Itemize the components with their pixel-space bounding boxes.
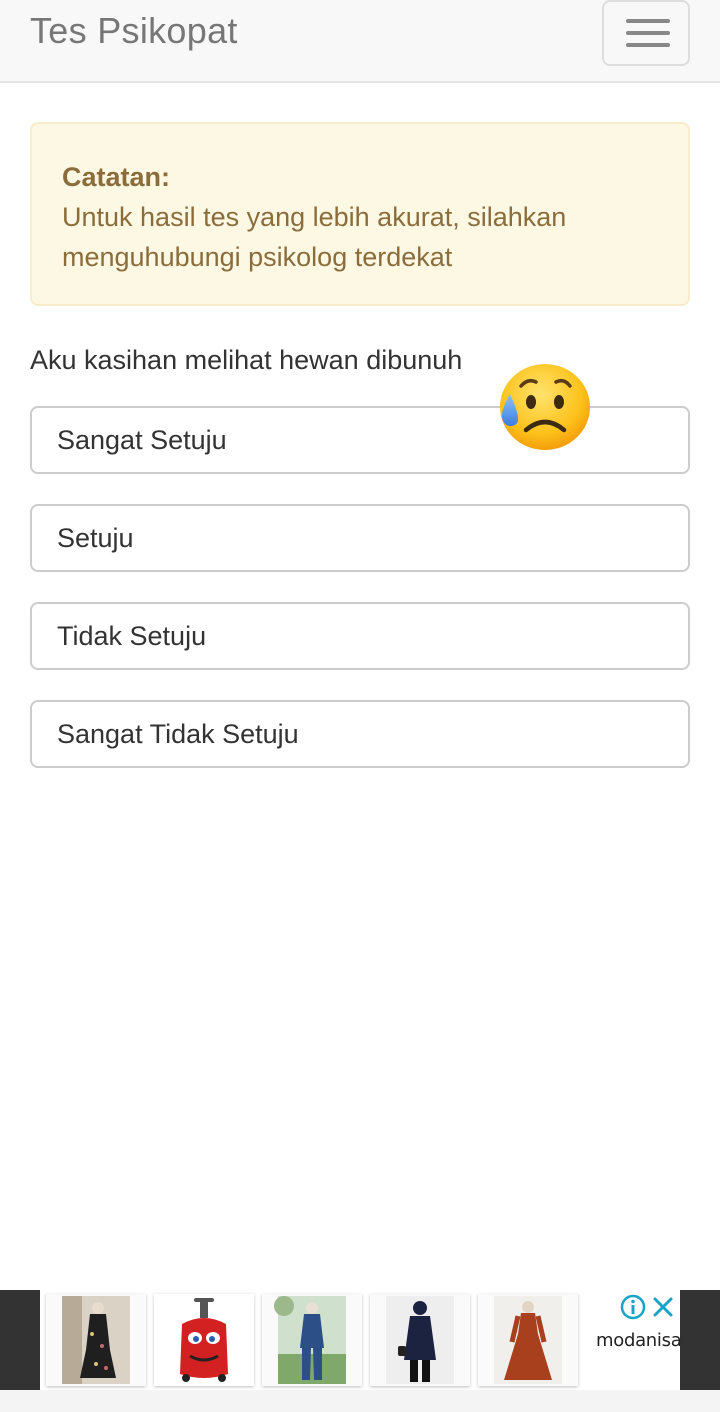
brand-title[interactable]: Tes Psikopat xyxy=(30,10,238,52)
sad-but-relieved-face-icon xyxy=(500,364,590,450)
ad-product-kids-car-backpack-image[interactable] xyxy=(154,1294,254,1386)
ad-brand-logo[interactable]: modanisa xyxy=(596,1330,682,1351)
ad-product-denim-suit-image[interactable] xyxy=(262,1294,362,1386)
hamburger-menu-icon xyxy=(626,19,670,23)
hamburger-menu-line xyxy=(626,31,670,35)
hamburger-menu-line xyxy=(626,43,670,47)
advertisement-banner[interactable]: modanisa xyxy=(0,1290,720,1390)
ad-product-navy-tunic-image[interactable] xyxy=(370,1294,470,1386)
info-icon[interactable] xyxy=(620,1294,646,1320)
answer-option-tidak-setuju[interactable]: Tidak Setuju xyxy=(30,602,690,670)
question-text: Aku kasihan melihat hewan dibunuh xyxy=(30,345,463,375)
navbar-toggle-button[interactable] xyxy=(602,0,690,66)
navbar: Tes Psikopat xyxy=(0,0,720,83)
alert-title: Catatan: xyxy=(62,162,171,192)
ad-product-rust-maxi-dress-image[interactable] xyxy=(478,1294,578,1386)
answer-option-sangat-tidak-setuju[interactable]: Sangat Tidak Setuju xyxy=(30,700,690,768)
close-icon[interactable] xyxy=(650,1294,676,1320)
bottom-strip xyxy=(0,1390,720,1412)
answer-option-setuju[interactable]: Setuju xyxy=(30,504,690,572)
note-alert: Catatan: Untuk hasil tes yang lebih akur… xyxy=(30,122,690,306)
ad-content[interactable]: modanisa xyxy=(40,1290,682,1390)
ad-product-floral-dress-image[interactable] xyxy=(46,1294,146,1386)
alert-message: Untuk hasil tes yang lebih akurat, silah… xyxy=(62,202,567,272)
